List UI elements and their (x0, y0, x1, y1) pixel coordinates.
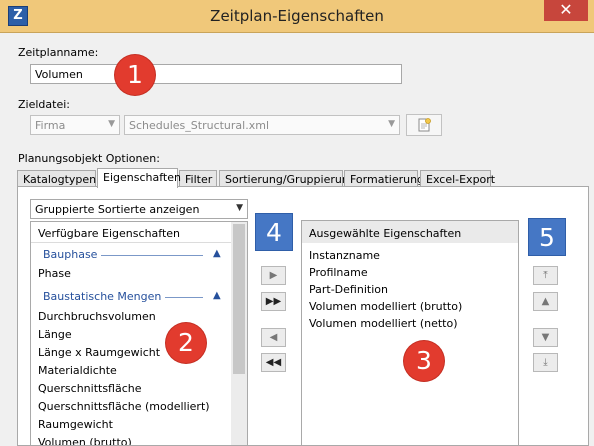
list-item[interactable]: Querschnittsfläche (38, 382, 142, 395)
list-item[interactable]: Instanzname (309, 249, 380, 262)
callout-1: 1 (115, 55, 155, 95)
callout-3: 3 (404, 341, 444, 381)
schedule-file-dropdown[interactable]: Schedules_Structural.xml ▼ (124, 115, 400, 135)
group-divider (165, 297, 203, 298)
display-mode-dropdown[interactable]: Gruppierte Sortierte anzeigen ▼ (30, 199, 248, 219)
available-properties-list[interactable]: Verfügbare Eigenschaften Bauphase ▲ Phas… (30, 221, 248, 446)
available-properties-header: Verfügbare Eigenschaften (38, 227, 181, 240)
add-property-button[interactable]: ▶ (261, 266, 286, 285)
tab-sorting-grouping[interactable]: Sortierung/Gruppierung (219, 170, 356, 187)
vertical-scrollbar[interactable] (231, 222, 247, 445)
list-item[interactable]: Länge (38, 328, 72, 341)
list-item[interactable]: Länge x Raumgewicht (38, 346, 160, 359)
group-divider (101, 255, 203, 256)
schedule-name-label: Zeitplanname: (18, 46, 99, 59)
list-item[interactable]: Volumen (brutto) (38, 436, 132, 445)
tab-formatting[interactable]: Formatierung (344, 170, 424, 187)
move-to-top-button[interactable]: ⤒ (533, 266, 558, 285)
target-file-label: Zieldatei: (18, 98, 70, 111)
list-item[interactable]: Volumen modelliert (brutto) (309, 300, 462, 313)
list-item[interactable]: Profilname (309, 266, 368, 279)
chevron-down-icon: ▼ (388, 119, 395, 129)
company-dropdown[interactable]: Firma ▼ (30, 115, 120, 135)
new-file-button[interactable] (406, 114, 442, 136)
tab-catalog-types[interactable]: Katalogtypen (17, 170, 96, 187)
chevron-up-icon[interactable]: ▲ (213, 290, 221, 301)
list-item[interactable]: Durchbruchsvolumen (38, 310, 156, 323)
tab-excel-export[interactable]: Excel-Export (420, 170, 495, 187)
list-item[interactable]: Volumen modelliert (netto) (309, 317, 458, 330)
group-header-bauphase[interactable]: Bauphase (43, 248, 97, 261)
tab-filter[interactable]: Filter (179, 170, 217, 187)
move-down-button[interactable]: ▼ (533, 328, 558, 347)
selected-properties-list[interactable]: Ausgewählte Eigenschaften Instanzname Pr… (301, 220, 519, 446)
chevron-down-icon: ▼ (108, 119, 115, 129)
list-item[interactable]: Raumgewicht (38, 418, 113, 431)
divider (31, 242, 231, 243)
remove-property-button[interactable]: ◀ (261, 328, 286, 347)
list-item[interactable]: Materialdichte (38, 364, 117, 377)
chevron-down-icon: ▼ (236, 203, 243, 213)
company-value: Firma (35, 119, 66, 132)
close-button[interactable]: ✕ (544, 0, 588, 21)
title-bar: Z Zeitplan-Eigenschaften ✕ (0, 0, 594, 33)
group-header-baustatische-mengen[interactable]: Baustatische Mengen (43, 290, 161, 303)
list-item[interactable]: Part-Definition (309, 283, 388, 296)
window-title: Zeitplan-Eigenschaften (210, 7, 384, 25)
add-all-properties-button[interactable]: ▶▶ (261, 292, 286, 311)
object-options-label: Planungsobjekt Optionen: (18, 152, 160, 165)
callout-5: 5 (528, 218, 566, 256)
scrollbar-thumb[interactable] (233, 224, 245, 374)
schedule-name-input[interactable]: Volumen (30, 64, 402, 84)
chevron-up-icon[interactable]: ▲ (213, 248, 221, 259)
list-item[interactable]: Phase (38, 267, 71, 280)
selected-properties-header: Ausgewählte Eigenschaften (309, 227, 462, 240)
move-to-bottom-button[interactable]: ⤓ (533, 353, 558, 372)
move-up-button[interactable]: ▲ (533, 292, 558, 311)
tab-properties[interactable]: Eigenschaften (97, 168, 181, 188)
display-mode-value: Gruppierte Sortierte anzeigen (35, 203, 200, 216)
remove-all-properties-button[interactable]: ◀◀ (261, 353, 286, 372)
list-item[interactable]: Querschnittsfläche (modelliert) (38, 400, 210, 413)
schedule-file-value: Schedules_Structural.xml (129, 119, 269, 132)
new-file-icon (418, 118, 431, 132)
callout-2: 2 (166, 323, 206, 363)
callout-4: 4 (255, 213, 293, 251)
